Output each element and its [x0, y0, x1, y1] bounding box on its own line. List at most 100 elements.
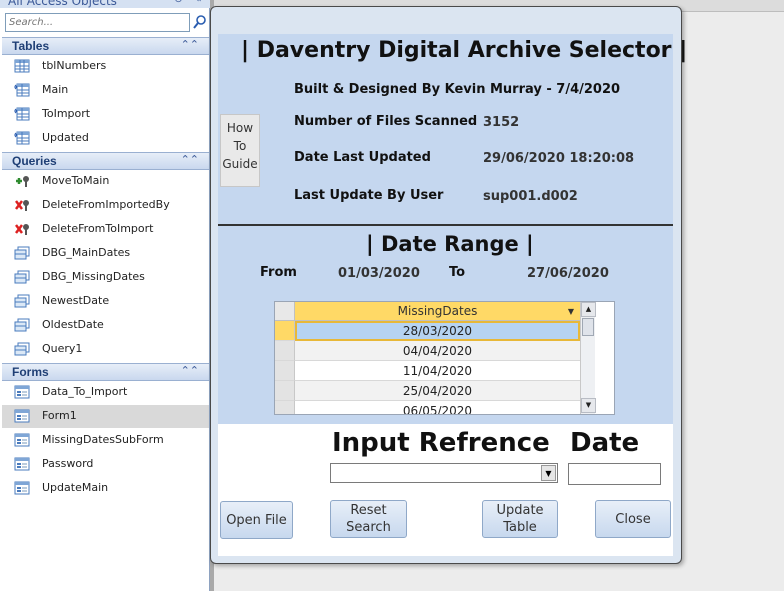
nav-item-label: DBG_MissingDates: [42, 270, 145, 283]
nav-item-oldestdate[interactable]: OldestDate: [2, 314, 209, 337]
search-box[interactable]: [5, 13, 190, 32]
nav-item-label: Data_To_Import: [42, 385, 128, 398]
linked-table-icon: [14, 131, 30, 145]
form-header-section: | Daventry Digital Archive Selector | Bu…: [218, 34, 687, 224]
nav-item-tblnumbers[interactable]: tblNumbers: [2, 55, 209, 78]
select-query-icon: [14, 270, 30, 284]
vertical-scrollbar[interactable]: ▲ ▼: [580, 302, 596, 414]
nav-item-newestdate[interactable]: NewestDate: [2, 290, 209, 313]
row-selector[interactable]: [275, 381, 295, 401]
nav-item-label: NewestDate: [42, 294, 110, 307]
nav-item-updatemain[interactable]: UpdateMain: [2, 477, 209, 500]
date-range-title: | Date Range |: [366, 232, 534, 256]
table-icon: [14, 59, 30, 73]
nav-item-dbg-maindates[interactable]: DBG_MainDates: [2, 242, 209, 265]
group-label: Forms: [12, 365, 49, 379]
table-row[interactable]: 06/05/2020: [275, 401, 580, 414]
date-input[interactable]: [568, 463, 661, 485]
open-file-button[interactable]: Open File: [220, 501, 293, 539]
table-row[interactable]: 28/03/2020: [275, 321, 580, 341]
collapse-chevron-icon[interactable]: ⌃⌃: [181, 38, 199, 51]
last-user-label: Last Update By User: [294, 188, 444, 203]
table-cell[interactable]: 04/04/2020: [295, 341, 580, 361]
nav-item-movetomain[interactable]: MoveToMain: [2, 170, 209, 193]
group-label: Tables: [12, 39, 50, 53]
form-icon: [14, 481, 30, 495]
nav-item-label: Updated: [42, 131, 89, 144]
group-queries[interactable]: Queries ⌃⌃: [2, 152, 209, 170]
nav-item-main[interactable]: Main: [2, 79, 209, 102]
reset-search-button[interactable]: Reset Search: [330, 500, 407, 538]
files-scanned-value: 3152: [483, 115, 520, 130]
nav-title[interactable]: All Access Objects: [8, 0, 117, 8]
date-updated-label: Date Last Updated: [294, 150, 431, 165]
nav-item-label: Form1: [42, 409, 77, 422]
files-scanned-label: Number of Files Scanned: [294, 114, 478, 129]
nav-item-label: DeleteFromImportedBy: [42, 198, 170, 211]
close-button[interactable]: Close: [595, 500, 671, 538]
form-title: | Daventry Digital Archive Selector |: [241, 38, 688, 63]
table-row[interactable]: 04/04/2020: [275, 341, 580, 361]
missing-dates-subform[interactable]: MissingDates ▼ 28/03/2020 04/04/2020 11/…: [274, 301, 615, 415]
navigation-pane: All Access Objects ⊙ « Tables ⌃⌃ tblNumb…: [0, 0, 210, 591]
form-icon: [14, 457, 30, 471]
delete-query-icon: [14, 198, 30, 212]
scroll-up-icon[interactable]: ▲: [581, 302, 596, 317]
nav-menu-icon[interactable]: ⊙: [172, 0, 185, 6]
table-row[interactable]: 11/04/2020: [275, 361, 580, 381]
row-selector[interactable]: [275, 341, 295, 361]
nav-item-deletefromtoimport[interactable]: DeleteFromToImport: [2, 218, 209, 241]
column-dropdown-icon[interactable]: ▼: [568, 302, 574, 321]
row-selector[interactable]: [275, 401, 295, 414]
select-all-corner[interactable]: [275, 302, 295, 321]
nav-item-label: DBG_MainDates: [42, 246, 131, 259]
to-value: 27/06/2020: [527, 266, 609, 281]
form-icon: [14, 409, 30, 423]
group-label: Queries: [12, 154, 57, 168]
table-cell[interactable]: 25/04/2020: [295, 381, 580, 401]
nav-item-updated[interactable]: Updated: [2, 127, 209, 150]
nav-collapse-icon[interactable]: «: [192, 0, 205, 6]
row-selector[interactable]: [275, 361, 295, 381]
date-label: Date: [570, 428, 640, 458]
from-value: 01/03/2020: [338, 266, 420, 281]
input-reference-label: Input Refrence: [332, 428, 550, 458]
collapse-chevron-icon[interactable]: ⌃⌃: [181, 364, 199, 377]
linked-table-icon: [14, 83, 30, 97]
append-query-icon: [14, 174, 30, 188]
nav-item-dbg-missingdates[interactable]: DBG_MissingDates: [2, 266, 209, 289]
chevron-down-icon[interactable]: ▼: [541, 465, 556, 481]
form-body: | Daventry Digital Archive Selector | Bu…: [218, 34, 687, 556]
table-cell[interactable]: 11/04/2020: [295, 361, 580, 381]
row-selector[interactable]: [275, 321, 295, 341]
table-cell[interactable]: 28/03/2020: [295, 321, 580, 341]
from-label: From: [260, 265, 297, 280]
nav-item-form1[interactable]: Form1: [2, 405, 209, 428]
nav-item-label: ToImport: [42, 107, 91, 120]
nav-item-label: MissingDatesSubForm: [42, 433, 164, 446]
scroll-down-icon[interactable]: ▼: [581, 398, 596, 413]
collapse-chevron-icon[interactable]: ⌃⌃: [181, 153, 199, 166]
nav-item-deletefromimportedby[interactable]: DeleteFromImportedBy: [2, 194, 209, 217]
how-to-guide-button[interactable]: How To Guide: [220, 114, 260, 187]
group-tables[interactable]: Tables ⌃⌃: [2, 37, 209, 55]
table-cell[interactable]: 06/05/2020: [295, 401, 580, 414]
nav-item-password[interactable]: Password: [2, 453, 209, 476]
nav-item-toimport[interactable]: ToImport: [2, 103, 209, 126]
scroll-thumb[interactable]: [582, 318, 594, 336]
group-forms[interactable]: Forms ⌃⌃: [2, 363, 209, 381]
built-by-text: Built & Designed By Kevin Murray - 7/4/2…: [294, 82, 621, 97]
nav-item-label: UpdateMain: [42, 481, 109, 494]
search-icon[interactable]: [193, 14, 207, 30]
input-reference-combobox[interactable]: ▼: [330, 463, 558, 483]
column-header-missingdates[interactable]: MissingDates ▼: [295, 302, 580, 321]
table-row[interactable]: 25/04/2020: [275, 381, 580, 401]
nav-item-missingdatessubform[interactable]: MissingDatesSubForm: [2, 429, 209, 452]
search-input[interactable]: [6, 14, 186, 31]
nav-item-data-to-import[interactable]: Data_To_Import: [2, 381, 209, 404]
nav-item-label: Password: [42, 457, 94, 470]
select-query-icon: [14, 342, 30, 356]
nav-item-query1[interactable]: Query1: [2, 338, 209, 361]
nav-item-label: DeleteFromToImport: [42, 222, 154, 235]
update-table-button[interactable]: Update Table: [482, 500, 558, 538]
